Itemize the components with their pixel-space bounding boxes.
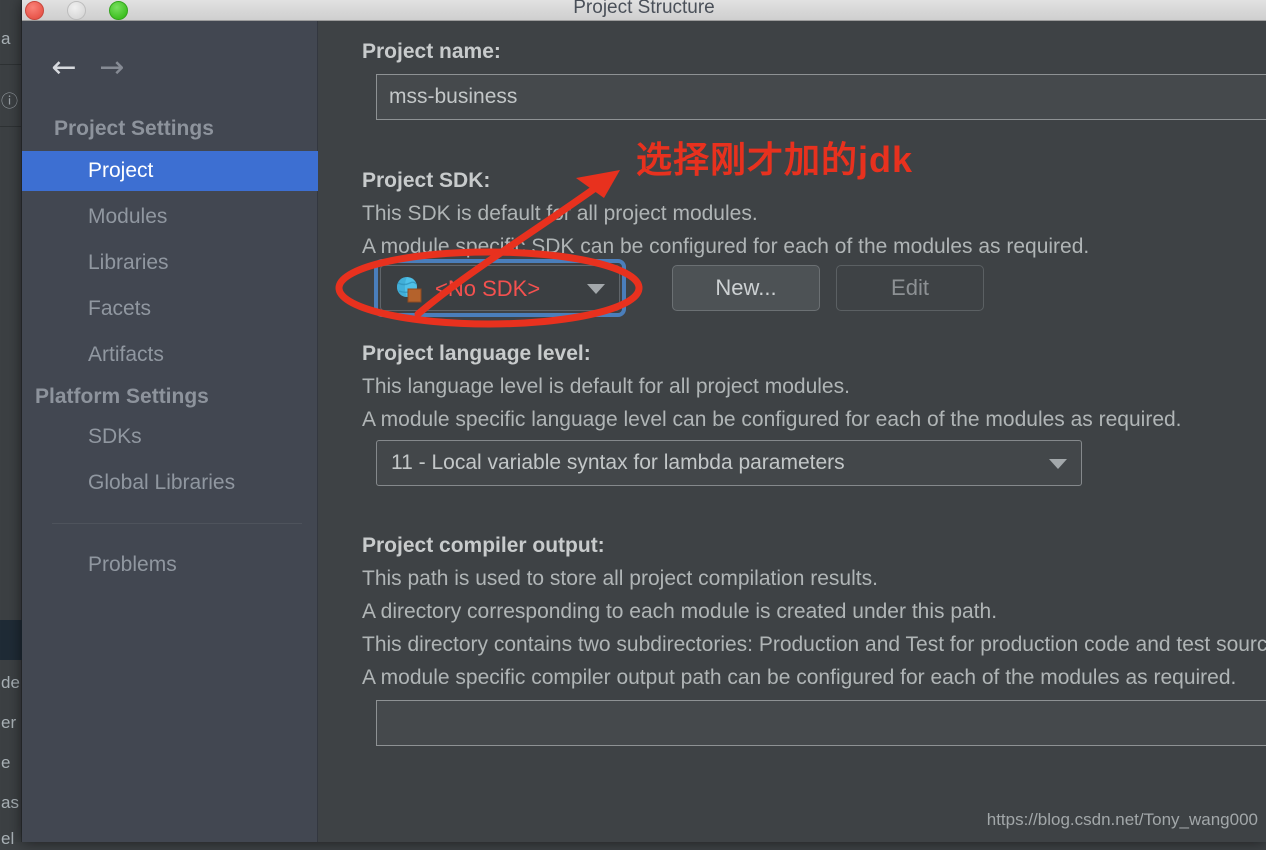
settings-sidebar: ← → Project Settings Project Modules Libr… (22, 21, 318, 842)
chevron-down-icon (587, 284, 605, 294)
sidebar-item-project[interactable]: Project (22, 151, 318, 191)
project-name-input[interactable]: mss-business (376, 74, 1266, 120)
project-compiler-output-input[interactable] (376, 700, 1266, 746)
new-sdk-button[interactable]: New... (672, 265, 820, 311)
sidebar-item-problems[interactable]: Problems (22, 545, 318, 585)
project-language-level-desc-2: A module specific language level can be … (362, 408, 1182, 431)
watermark-url: https://blog.csdn.net/Tony_wang000 (986, 810, 1258, 829)
back-arrow-icon[interactable]: ← (40, 51, 88, 85)
sidebar-group-project-settings: Project Settings (54, 117, 214, 140)
background-strip-highlight (0, 620, 22, 660)
project-sdk-combo[interactable]: <No SDK> (380, 265, 620, 311)
project-sdk-desc-2: A module specific SDK can be configured … (362, 235, 1090, 258)
project-sdk-desc-1: This SDK is default for all project modu… (362, 202, 758, 225)
background-strip-text: de (1, 673, 20, 692)
background-strip-text: as (1, 793, 19, 812)
project-compiler-output-desc-4: A module specific compiler output path c… (362, 666, 1237, 689)
project-compiler-output-desc-2: A directory corresponding to each module… (362, 600, 998, 623)
annotation-callout-text: 选择刚才加的jdk (636, 139, 914, 180)
sidebar-divider (52, 523, 302, 524)
forward-arrow-icon[interactable]: → (88, 51, 136, 85)
sidebar-item-modules[interactable]: Modules (22, 197, 318, 237)
sidebar-item-artifacts[interactable]: Artifacts (22, 335, 318, 375)
sidebar-item-sdks[interactable]: SDKs (22, 417, 318, 457)
globe-sdk-icon (395, 276, 423, 304)
project-language-level-value: 11 - Local variable syntax for lambda pa… (391, 451, 845, 474)
background-strip-text: el (1, 829, 15, 848)
background-tool-strip: a ⓘ de er e as el (0, 0, 22, 848)
navigation-arrows: ← → (40, 51, 136, 85)
sidebar-item-facets[interactable]: Facets (22, 289, 318, 329)
project-name-label: Project name: (362, 40, 501, 63)
zoom-button[interactable] (109, 1, 128, 20)
sidebar-item-libraries[interactable]: Libraries (22, 243, 318, 283)
sidebar-group-platform-settings: Platform Settings (35, 385, 209, 408)
background-strip-text: a (1, 29, 11, 48)
background-strip-divider (0, 126, 22, 127)
project-language-level-desc-1: This language level is default for all p… (362, 375, 850, 398)
project-sdk-label: Project SDK: (362, 169, 491, 192)
background-strip-text: er (1, 713, 17, 732)
chevron-down-icon (1049, 459, 1067, 469)
project-compiler-output-label: Project compiler output: (362, 534, 605, 557)
background-strip-text: e (1, 753, 11, 772)
project-language-level-label: Project language level: (362, 342, 591, 365)
close-button[interactable] (25, 1, 44, 20)
edit-sdk-button[interactable]: Edit (836, 265, 984, 311)
info-circle-icon: ⓘ (1, 92, 18, 111)
minimize-button[interactable] (67, 1, 86, 20)
project-compiler-output-desc-1: This path is used to store all project c… (362, 567, 878, 590)
project-compiler-output-desc-3: This directory contains two subdirectori… (362, 633, 1266, 656)
background-strip-divider (0, 64, 22, 65)
project-language-level-combo[interactable]: 11 - Local variable syntax for lambda pa… (376, 440, 1082, 486)
dialog-title: Project Structure (573, 0, 715, 18)
project-sdk-value: <No SDK> (435, 276, 541, 301)
sidebar-item-global-libraries[interactable]: Global Libraries (22, 463, 318, 503)
project-structure-dialog: Project Structure ← → Project Settings Pr… (22, 0, 1266, 842)
